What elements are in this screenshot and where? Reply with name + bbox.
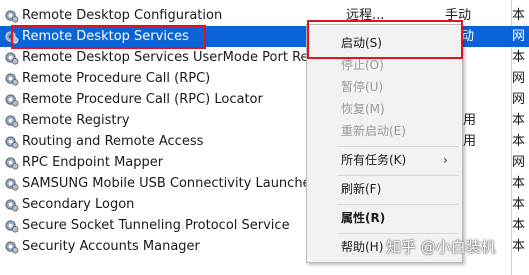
service-name: Routing and Remote Access	[22, 134, 204, 149]
gear-icon	[5, 241, 19, 254]
service-startup: 本	[512, 218, 526, 233]
service-startup: 本	[512, 50, 526, 65]
service-status: 用	[463, 134, 477, 149]
service-name: Remote Desktop Services	[22, 29, 189, 44]
gear-icon	[5, 199, 19, 212]
service-startup: 本	[512, 8, 526, 23]
gear-icon	[5, 94, 19, 107]
service-status: 用	[463, 113, 477, 128]
service-name: SAMSUNG Mobile USB Connectivity Launcher	[22, 176, 316, 191]
service-name: Remote Desktop Configuration	[22, 8, 223, 23]
menu-separator	[337, 204, 458, 205]
service-description: 远程...	[346, 8, 385, 23]
gear-icon	[5, 52, 19, 65]
gear-icon	[5, 73, 19, 86]
service-row[interactable]: Remote Desktop Configuration 远程... 手动 本	[0, 5, 529, 26]
service-startup: 本	[512, 113, 526, 128]
menu-item-help[interactable]: 帮助(H)	[341, 236, 383, 258]
menu-separator	[337, 233, 458, 234]
menu-item-pause: 暂停(U)	[341, 80, 384, 94]
gear-icon	[5, 115, 19, 128]
menu-separator	[337, 146, 458, 147]
menu-item-properties[interactable]: 属性(R)	[341, 207, 385, 229]
service-startup: 本	[512, 176, 526, 191]
service-name: Remote Desktop Services UserMode Port Re…	[22, 50, 334, 65]
gear-icon	[5, 157, 19, 170]
gear-icon	[5, 31, 19, 44]
gear-icon	[5, 10, 19, 23]
gear-icon	[5, 220, 19, 233]
service-startup: 网	[512, 92, 526, 107]
chevron-right-icon: ›	[443, 153, 448, 167]
service-startup: 网	[512, 155, 526, 170]
context-menu: 启动(S) 停止(O) 暂停(U) 恢复(M) 重新启动(E) 所有任务(K) …	[306, 24, 463, 263]
service-name: Remote Procedure Call (RPC) Locator	[22, 92, 263, 107]
service-status: 手动	[445, 8, 472, 23]
gear-icon	[5, 136, 19, 149]
service-name: Secure Socket Tunneling Protocol Service	[22, 218, 290, 233]
menu-item-stop: 停止(O)	[341, 58, 384, 72]
service-name: Remote Registry	[22, 113, 130, 128]
service-startup: 本	[512, 134, 526, 149]
watermark: 知乎 @小白装机	[386, 238, 496, 256]
service-startup: 网	[512, 71, 526, 86]
menu-separator	[337, 175, 458, 176]
service-name: RPC Endpoint Mapper	[22, 155, 164, 170]
service-startup: 本	[512, 239, 526, 254]
service-startup: 本	[512, 197, 526, 212]
menu-item-start[interactable]: 启动(S)	[341, 32, 382, 54]
service-startup: 网	[512, 29, 526, 44]
menu-item-restart: 重新启动(E)	[341, 124, 406, 138]
menu-item-all-tasks[interactable]: 所有任务(K)	[341, 149, 406, 171]
menu-item-resume: 恢复(M)	[341, 102, 385, 116]
service-name: Secondary Logon	[22, 197, 135, 212]
menu-item-refresh[interactable]: 刷新(F)	[341, 178, 381, 200]
service-name: Remote Procedure Call (RPC)	[22, 71, 211, 86]
service-name: Security Accounts Manager	[22, 239, 200, 254]
gear-icon	[5, 178, 19, 191]
